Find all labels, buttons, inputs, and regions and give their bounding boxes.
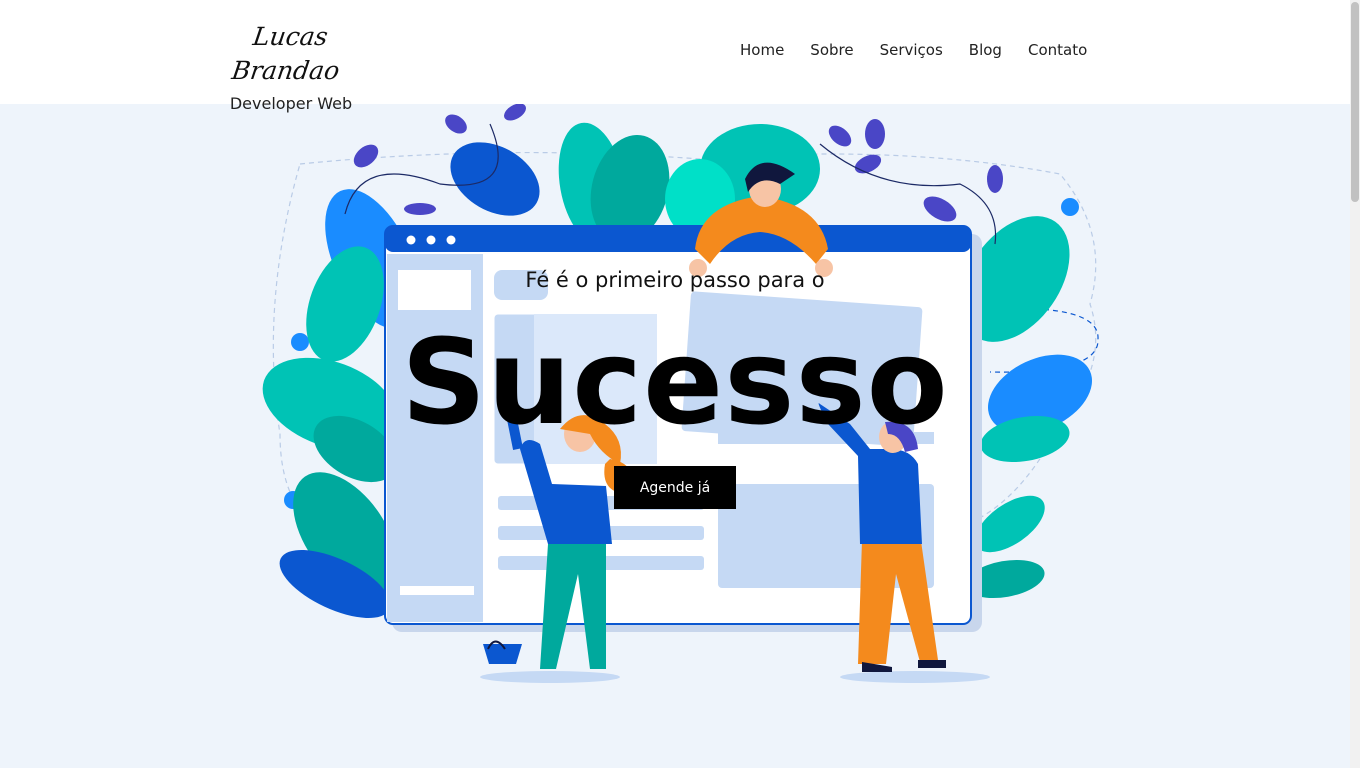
site-header: Lucas Brandao Developer Web Home Sobre S… <box>0 0 1350 113</box>
scroll-thumb[interactable] <box>1351 2 1359 202</box>
page-scrollbar[interactable] <box>1350 0 1360 768</box>
agende-button[interactable]: Agende já <box>614 466 736 509</box>
nav-contato[interactable]: Contato <box>1028 38 1087 62</box>
nav-sobre[interactable]: Sobre <box>810 38 853 62</box>
nav-servicos[interactable]: Serviços <box>880 38 943 62</box>
hero-subtitle: Fé é o primeiro passo para o <box>525 268 825 292</box>
hero-section: Fé é o primeiro passo para o Sucesso Age… <box>0 104 1350 768</box>
hero-title: Sucesso <box>401 313 949 451</box>
nav-home[interactable]: Home <box>740 38 784 62</box>
brand[interactable]: Lucas Brandao Developer Web <box>196 20 380 113</box>
main-nav: Home Sobre Serviços Blog Contato <box>740 38 1087 62</box>
nav-blog[interactable]: Blog <box>969 38 1002 62</box>
brand-logo[interactable]: Lucas Brandao <box>191 20 385 88</box>
